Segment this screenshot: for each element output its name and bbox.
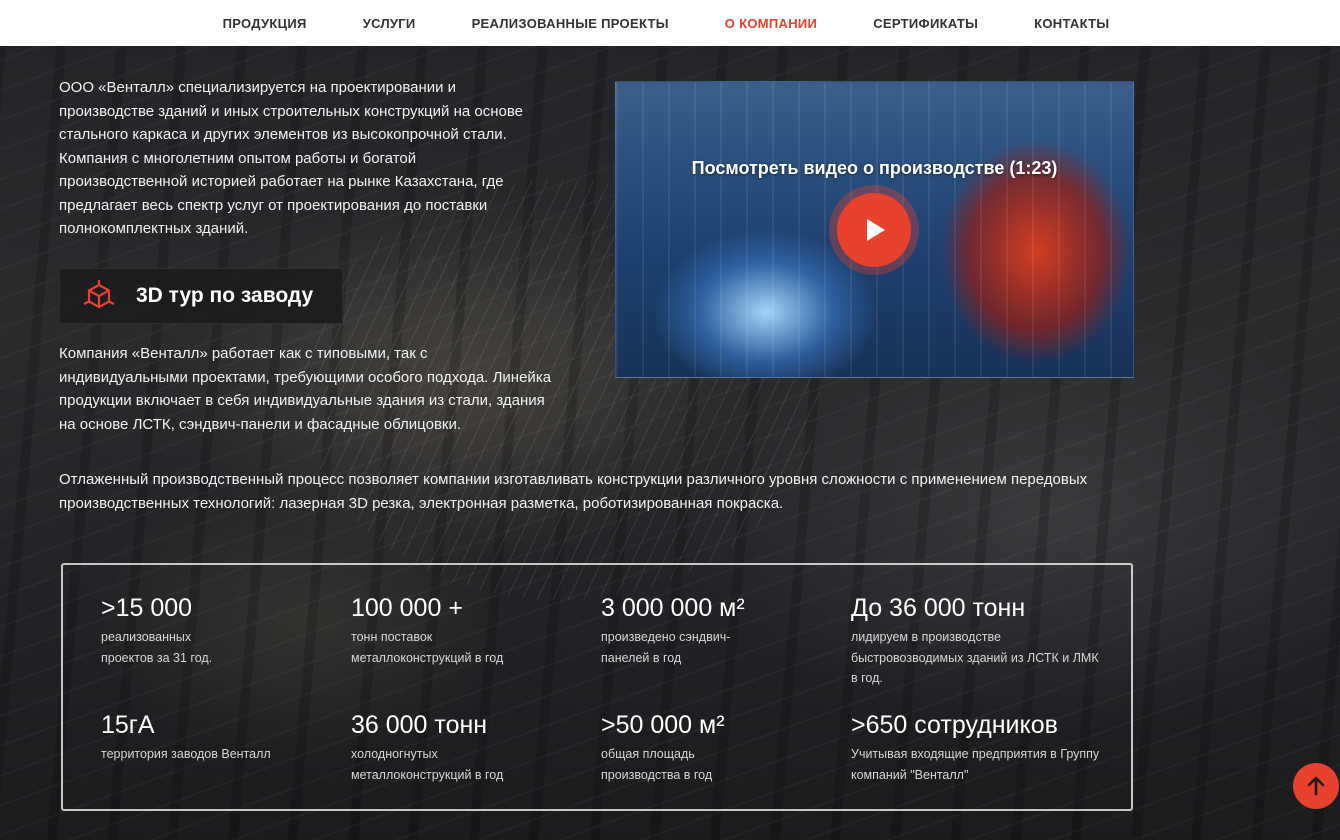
- stat-value: 36 000 тонн: [351, 711, 488, 739]
- stat-description: лидируем в производстве быстровозводимых…: [851, 630, 1099, 685]
- stat-item: 15гА территория заводов Венталл: [101, 710, 321, 765]
- stat-item: >15 000 реализованных проектов за 31 год…: [101, 593, 321, 668]
- production-video[interactable]: Посмотреть видео о производстве (1:23): [615, 81, 1134, 378]
- products-paragraph: Компания «Венталл» работает как с типовы…: [59, 345, 552, 433]
- video-title: Посмотреть видео о производстве (1:23): [691, 158, 1058, 178]
- stat-description: произведено сэндвич-панелей в год: [601, 630, 731, 665]
- stats-panel: >15 000 реализованных проектов за 31 год…: [61, 563, 1133, 811]
- technology-paragraph: Отлаженный производственный процесс позв…: [59, 471, 1088, 512]
- stat-item: 36 000 тонн холодногнутых металлоконстру…: [351, 710, 571, 785]
- stat-value: 100 000 +: [351, 594, 463, 622]
- stat-description: реализованных проектов за 31 год.: [101, 630, 213, 665]
- stat-value: >650 сотрудников: [851, 711, 1058, 739]
- stat-description: общая площадь производства в год: [601, 747, 713, 782]
- nav-item-products[interactable]: ПРОДУКЦИЯ: [223, 16, 307, 31]
- stat-value: 3 000 000 м²: [601, 594, 745, 622]
- nav-item-contacts[interactable]: КОНТАКТЫ: [1034, 16, 1109, 31]
- nav-item-services[interactable]: УСЛУГИ: [363, 16, 416, 31]
- stat-item: До 36 000 тонн лидируем в производстве б…: [851, 593, 1099, 689]
- about-section: ООО «Венталл» специализируется на проект…: [0, 0, 1340, 840]
- nav-item-certificates[interactable]: СЕРТИФИКАТЫ: [873, 16, 978, 31]
- top-navigation: ПРОДУКЦИЯ УСЛУГИ РЕАЛИЗОВАННЫЕ ПРОЕКТЫ О…: [0, 0, 1340, 46]
- stat-item: 100 000 + тонн поставок металлоконструкц…: [351, 593, 571, 668]
- stat-description: холодногнутых металлоконструкций в год: [351, 747, 504, 782]
- stat-value: До 36 000 тонн: [851, 594, 1026, 622]
- scroll-to-top-button[interactable]: [1293, 763, 1339, 809]
- 3d-tour-label: 3D тур по заводу: [136, 284, 314, 307]
- nav-item-about[interactable]: О КОМПАНИИ: [725, 16, 817, 31]
- play-icon: [867, 219, 885, 241]
- nav-item-projects[interactable]: РЕАЛИЗОВАННЫЕ ПРОЕКТЫ: [472, 16, 669, 31]
- stat-item: >650 сотрудников Учитывая входящие предп…: [851, 710, 1099, 785]
- stat-description: территория заводов Венталл: [101, 747, 271, 761]
- stat-item: >50 000 м² общая площадь производства в …: [601, 710, 821, 785]
- play-button[interactable]: [837, 193, 911, 267]
- stat-item: 3 000 000 м² произведено сэндвич-панелей…: [601, 593, 821, 668]
- intro-paragraph: ООО «Венталл» специализируется на проект…: [59, 79, 523, 237]
- 3d-tour-button[interactable]: 3D тур по заводу: [59, 268, 343, 324]
- stat-value: 15гА: [101, 711, 155, 739]
- stat-value: >50 000 м²: [601, 711, 725, 739]
- cube-3d-icon: [83, 280, 115, 309]
- stat-value: >15 000: [101, 594, 193, 622]
- nav-list: ПРОДУКЦИЯ УСЛУГИ РЕАЛИЗОВАННЫЕ ПРОЕКТЫ О…: [195, 16, 1138, 31]
- arrow-up-icon: [1307, 776, 1325, 796]
- stat-description: Учитывая входящие предприятия в Группу к…: [851, 747, 1100, 782]
- stat-description: тонн поставок металлоконструкций в год: [351, 630, 504, 665]
